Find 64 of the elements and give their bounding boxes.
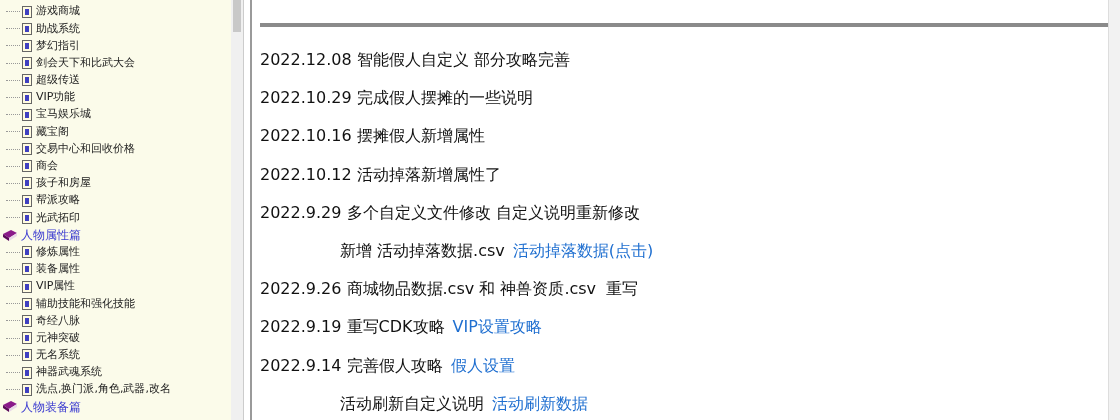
page-icon (22, 297, 32, 310)
link[interactable]: 活动刷新数据 (492, 391, 588, 416)
changelog-text: 2022.10.29 完成假人摆摊的一些说明 (260, 87, 533, 110)
changelog-text: 新增 活动掉落数据.csv (340, 240, 505, 263)
tree-item[interactable]: 奇经八脉 (36, 312, 80, 330)
tree-item[interactable]: 超级传送 (36, 72, 80, 89)
book-icon (2, 400, 18, 414)
page-icon (22, 57, 32, 70)
changelog-text: 2022.10.12 活动掉落新增属性了 (260, 163, 501, 186)
changelog-text: 2022.12.08 智能假人自定义 部分攻略完善 (260, 49, 570, 72)
page-icon (22, 211, 32, 224)
tree-item[interactable]: 助战系统 (36, 20, 80, 38)
link[interactable]: VIP设置攻略 (452, 315, 542, 340)
changelog-text: 2022.9.19 重写CDK攻略 (260, 316, 445, 339)
page-icon (22, 366, 32, 379)
page-icon (22, 39, 32, 52)
scrollbar[interactable] (1108, 0, 1120, 420)
link[interactable]: 活动掉落数据(点击) (512, 239, 654, 264)
book-icon (2, 228, 18, 242)
tree-item[interactable]: 游戏商城 (36, 3, 80, 20)
page-icon (22, 74, 32, 87)
tree-item[interactable]: 修炼属性 (36, 243, 80, 261)
changelog-text: 2022.9.26 商城物品数据.csv 和 神兽资质.csv 重写 (260, 278, 639, 301)
changelog-text: 2022.9.14 完善假人攻略 (260, 354, 443, 377)
tree-item[interactable]: 剑会天下和比武大会 (36, 54, 135, 72)
tree-item[interactable]: 元神突破 (36, 329, 80, 347)
page-icon (22, 383, 32, 396)
page-icon (22, 332, 32, 345)
tree-folder[interactable]: 人物属性篇 (21, 226, 81, 245)
tree-item[interactable]: VIP属性 (36, 278, 76, 295)
changelog-text: 2022.10.16 摆摊假人新增属性 (260, 125, 485, 148)
tree-item[interactable]: 宝马娱乐城 (36, 106, 91, 123)
page-icon (22, 91, 32, 104)
page-icon (22, 22, 32, 35)
tree-item[interactable]: 交易中心和回收价格 (36, 140, 135, 158)
page-icon (22, 5, 32, 18)
page-icon (22, 125, 32, 138)
tree-item[interactable]: 梦幻指引 (36, 37, 80, 55)
tree-item[interactable]: 无名系统 (36, 347, 80, 364)
page-icon (22, 349, 32, 362)
tree-folder[interactable]: 人物装备篇 (21, 397, 81, 416)
tree-item[interactable]: 藏宝阁 (36, 123, 69, 141)
page-icon (22, 108, 32, 121)
link[interactable]: 假人设置 (450, 353, 515, 378)
page-icon (22, 177, 32, 190)
page-icon (22, 160, 32, 173)
changelog-text: 活动刷新自定义说明 (340, 392, 484, 415)
tree-item[interactable]: 光武拓印 (36, 209, 80, 227)
tree-item[interactable]: 装备属性 (36, 261, 80, 278)
page-icon (22, 194, 32, 207)
tree-item[interactable]: 孩子和房屋 (36, 175, 91, 192)
tree-item[interactable]: 洗点,换门派,角色,武器,改名 (36, 381, 171, 398)
tree-item[interactable]: 帮派攻略 (36, 192, 80, 209)
tree-item[interactable]: 神器武魂系统 (36, 364, 102, 381)
tree-item[interactable]: 商会 (36, 158, 58, 175)
page-icon (22, 246, 32, 259)
tree-item[interactable]: VIP功能 (36, 89, 76, 106)
scrollbar-thumb[interactable] (233, 0, 241, 32)
page-icon (22, 143, 32, 156)
page-icon (22, 280, 32, 293)
changelog-text: 2022.9.29 多个自定义文件修改 自定义说明重新修改 (260, 201, 640, 224)
page-icon (22, 314, 32, 327)
page-icon (22, 263, 32, 276)
tree-item[interactable]: 辅助技能和强化技能 (36, 295, 135, 313)
